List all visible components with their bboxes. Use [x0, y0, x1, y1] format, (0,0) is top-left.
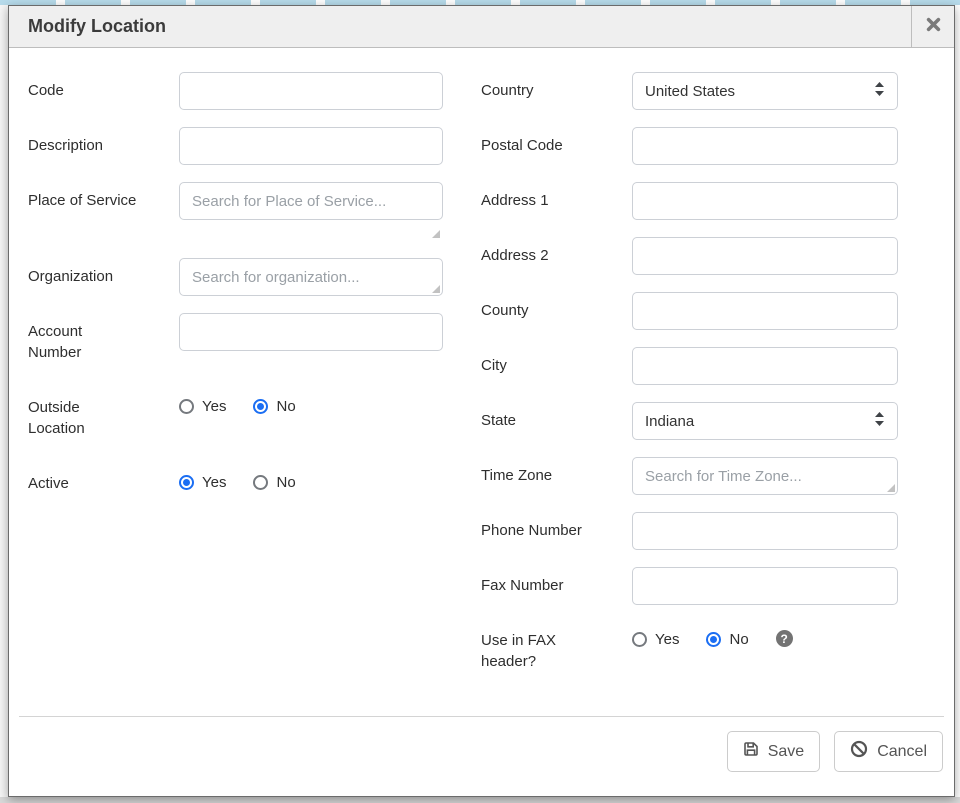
active-no-radio[interactable]: No	[253, 474, 295, 491]
place-of-service-search-input[interactable]	[179, 182, 443, 220]
footer-buttons: Save Cancel	[727, 731, 943, 772]
radio-icon	[253, 399, 268, 414]
field-row-city: City	[481, 347, 898, 385]
save-button-label: Save	[768, 743, 804, 761]
field-row-phone-number: Phone Number	[481, 512, 898, 550]
updown-arrows-icon	[874, 411, 885, 431]
updown-arrows-icon	[874, 81, 885, 101]
state-label: State	[481, 402, 596, 440]
combobox-corner-icon	[432, 285, 440, 293]
code-input[interactable]	[179, 72, 443, 110]
organization-label: Organization	[28, 258, 138, 296]
form-column-left: Code Description Place of Service Organi…	[28, 72, 443, 511]
radio-label: Yes	[655, 631, 679, 648]
ban-icon	[850, 740, 868, 763]
field-row-time-zone: Time Zone	[481, 457, 898, 495]
country-select[interactable]: United States	[632, 72, 898, 110]
city-label: City	[481, 347, 596, 385]
field-row-use-in-fax-header: Use in FAX header? Yes No ?	[481, 622, 898, 681]
fax-number-input[interactable]	[632, 567, 898, 605]
combobox-corner-icon	[887, 484, 895, 492]
phone-number-input[interactable]	[632, 512, 898, 550]
radio-label: Yes	[202, 474, 226, 491]
radio-icon	[179, 475, 194, 490]
background-bottom-strip	[0, 797, 960, 803]
outside-location-yes-radio[interactable]: Yes	[179, 398, 226, 415]
address2-input[interactable]	[632, 237, 898, 275]
field-row-fax-number: Fax Number	[481, 567, 898, 605]
country-label: Country	[481, 72, 596, 110]
fax-header-yes-radio[interactable]: Yes	[632, 631, 679, 648]
dialog-body: Code Description Place of Service Organi…	[9, 48, 954, 717]
cancel-button-label: Cancel	[877, 743, 927, 761]
radio-label: Yes	[202, 398, 226, 415]
fax-number-label: Fax Number	[481, 567, 596, 605]
county-label: County	[481, 292, 596, 330]
save-button[interactable]: Save	[727, 731, 820, 772]
time-zone-label: Time Zone	[481, 457, 596, 495]
state-select[interactable]: Indiana	[632, 402, 898, 440]
fax-header-no-radio[interactable]: No	[706, 631, 748, 648]
radio-icon	[253, 475, 268, 490]
field-row-account-number: Account Number	[28, 313, 443, 372]
county-input[interactable]	[632, 292, 898, 330]
time-zone-search-input[interactable]	[632, 457, 898, 495]
field-row-description: Description	[28, 127, 443, 165]
active-label: Active	[28, 465, 138, 494]
modify-location-dialog: Modify Location Code Description	[8, 5, 955, 797]
field-row-place-of-service: Place of Service	[28, 182, 443, 241]
field-row-address1: Address 1	[481, 182, 898, 220]
field-row-state: State Indiana	[481, 402, 898, 440]
dialog-title: Modify Location	[9, 6, 911, 47]
question-circle-icon[interactable]: ?	[776, 630, 793, 647]
field-row-address2: Address 2	[481, 237, 898, 275]
address2-label: Address 2	[481, 237, 596, 275]
outside-location-no-radio[interactable]: No	[253, 398, 295, 415]
form-column-right: Country United States Postal Code	[481, 72, 898, 698]
outside-location-label: Outside Location	[28, 389, 138, 448]
background-left-sliver	[0, 5, 8, 797]
dialog-footer: Save Cancel	[19, 716, 944, 796]
organization-search-input[interactable]	[179, 258, 443, 296]
place-of-service-label: Place of Service	[28, 182, 138, 241]
radio-icon	[179, 399, 194, 414]
field-row-active: Active Yes No	[28, 465, 443, 494]
dialog-header: Modify Location	[9, 6, 954, 48]
combobox-corner-icon	[432, 230, 440, 238]
account-number-label: Account Number	[28, 313, 138, 372]
screen: Modify Location Code Description	[0, 0, 960, 803]
radio-icon	[706, 632, 721, 647]
close-icon	[926, 17, 941, 37]
field-row-code: Code	[28, 72, 443, 110]
use-in-fax-header-label: Use in FAX header?	[481, 622, 596, 681]
field-row-county: County	[481, 292, 898, 330]
floppy-disk-icon	[743, 741, 759, 762]
address1-label: Address 1	[481, 182, 596, 220]
description-input[interactable]	[179, 127, 443, 165]
field-row-outside-location: Outside Location Yes No	[28, 389, 443, 448]
code-label: Code	[28, 72, 138, 110]
field-row-country: Country United States	[481, 72, 898, 110]
country-select-value: United States	[645, 83, 735, 100]
close-button[interactable]	[911, 6, 954, 47]
radio-label: No	[276, 474, 295, 491]
description-label: Description	[28, 127, 138, 165]
address1-input[interactable]	[632, 182, 898, 220]
field-row-postal-code: Postal Code	[481, 127, 898, 165]
radio-label: No	[276, 398, 295, 415]
postal-code-input[interactable]	[632, 127, 898, 165]
active-yes-radio[interactable]: Yes	[179, 474, 226, 491]
postal-code-label: Postal Code	[481, 127, 596, 165]
field-row-organization: Organization	[28, 258, 443, 296]
radio-label: No	[729, 631, 748, 648]
phone-number-label: Phone Number	[481, 512, 596, 550]
city-input[interactable]	[632, 347, 898, 385]
cancel-button[interactable]: Cancel	[834, 731, 943, 772]
state-select-value: Indiana	[645, 413, 694, 430]
account-number-input[interactable]	[179, 313, 443, 351]
radio-icon	[632, 632, 647, 647]
